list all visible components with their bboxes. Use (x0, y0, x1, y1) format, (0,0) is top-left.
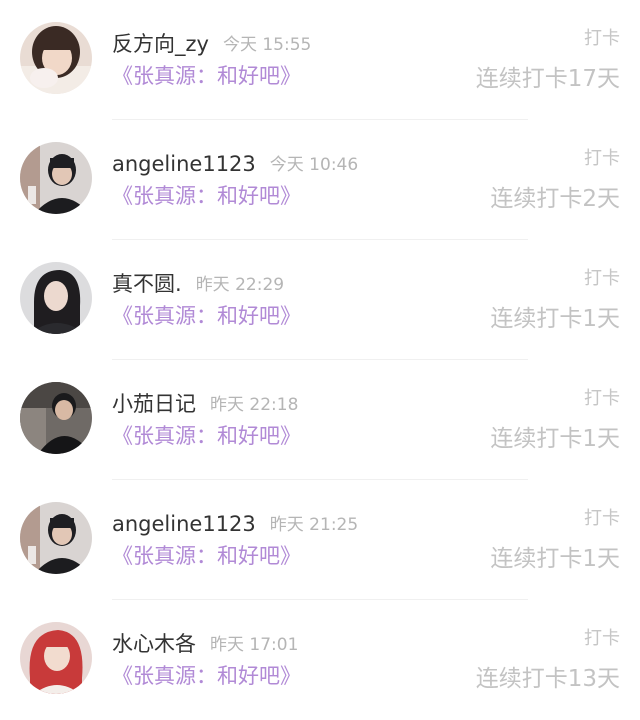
avatar[interactable] (20, 502, 92, 574)
timestamp: 昨天 17:01 (210, 635, 299, 655)
list-item[interactable]: angeline1123 今天 10:46 《张真源：和好吧》 打卡 连续打卡2天 (0, 120, 640, 240)
avatar-photo-icon (20, 622, 92, 694)
checkin-button[interactable]: 打卡 (584, 270, 620, 288)
song-title[interactable]: 《张真源：和好吧》 (112, 186, 301, 207)
streak-label: 连续打卡1天 (490, 426, 620, 452)
timestamp: 昨天 22:18 (210, 395, 299, 415)
list-item[interactable]: 小茄日记 昨天 22:18 《张真源：和好吧》 打卡 连续打卡1天 (0, 360, 640, 480)
avatar[interactable] (20, 22, 92, 94)
user-name-text[interactable]: angeline1123 (112, 512, 256, 536)
timestamp: 今天 10:46 (269, 155, 359, 175)
streak-label: 连续打卡1天 (490, 306, 620, 332)
song-title[interactable]: 《张真源：和好吧》 (112, 546, 301, 567)
user-name[interactable]: 反方向_zy 今天 15:55 (112, 34, 311, 55)
user-name[interactable]: 真不圆. 昨天 22:29 (112, 274, 284, 295)
user-name-text[interactable]: 真不圆. (112, 272, 182, 296)
avatar-photo-icon (20, 502, 92, 574)
timestamp: 昨天 21:25 (269, 515, 359, 535)
song-title[interactable]: 《张真源：和好吧》 (112, 426, 301, 447)
streak-label: 连续打卡17天 (475, 66, 620, 92)
avatar-photo-icon (20, 22, 92, 94)
avatar[interactable] (20, 142, 92, 214)
avatar[interactable] (20, 262, 92, 334)
avatar-photo-icon (20, 262, 92, 334)
song-title[interactable]: 《张真源：和好吧》 (112, 306, 301, 327)
timestamp: 昨天 22:29 (195, 275, 285, 295)
user-name-text[interactable]: 反方向_zy (112, 32, 209, 56)
checkin-button[interactable]: 打卡 (584, 30, 620, 48)
checkin-button[interactable]: 打卡 (584, 630, 620, 648)
checkin-button[interactable]: 打卡 (584, 150, 620, 168)
user-name-text[interactable]: 小茄日记 (112, 392, 196, 416)
streak-label: 连续打卡1天 (490, 546, 620, 572)
list-item[interactable]: 真不圆. 昨天 22:29 《张真源：和好吧》 打卡 连续打卡1天 (0, 240, 640, 360)
song-title[interactable]: 《张真源：和好吧》 (112, 66, 301, 87)
list-item[interactable]: 反方向_zy 今天 15:55 《张真源：和好吧》 打卡 连续打卡17天 (0, 0, 640, 120)
streak-label: 连续打卡13天 (475, 666, 620, 692)
song-title[interactable]: 《张真源：和好吧》 (112, 666, 301, 687)
avatar-photo-icon (20, 142, 92, 214)
user-name-text[interactable]: 水心木各 (112, 632, 196, 656)
user-name[interactable]: angeline1123 今天 10:46 (112, 154, 358, 175)
streak-label: 连续打卡2天 (490, 186, 620, 212)
user-name[interactable]: angeline1123 昨天 21:25 (112, 514, 358, 535)
avatar[interactable] (20, 622, 92, 694)
list-item[interactable]: angeline1123 昨天 21:25 《张真源：和好吧》 打卡 连续打卡1天 (0, 480, 640, 600)
timestamp: 今天 15:55 (222, 35, 312, 55)
checkin-button[interactable]: 打卡 (584, 510, 620, 528)
avatar[interactable] (20, 382, 92, 454)
user-name[interactable]: 水心木各 昨天 17:01 (112, 634, 298, 655)
user-name-text[interactable]: angeline1123 (112, 152, 256, 176)
user-name[interactable]: 小茄日记 昨天 22:18 (112, 394, 298, 415)
checkin-button[interactable]: 打卡 (584, 390, 620, 408)
checkin-list: 反方向_zy 今天 15:55 《张真源：和好吧》 打卡 连续打卡17天 ange… (0, 0, 640, 707)
list-item[interactable]: 水心木各 昨天 17:01 《张真源：和好吧》 打卡 连续打卡13天 (0, 600, 640, 720)
avatar-photo-icon (20, 382, 92, 454)
